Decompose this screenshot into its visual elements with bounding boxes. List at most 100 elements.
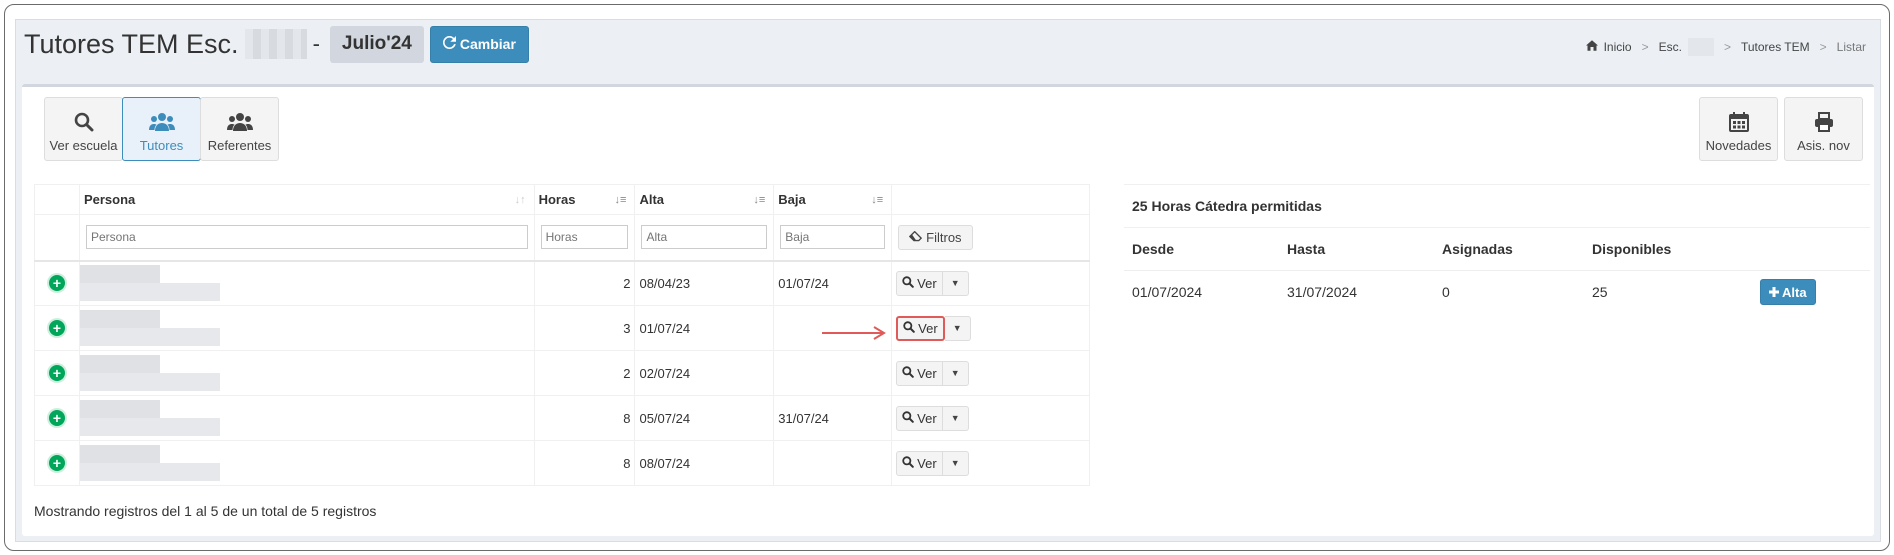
caret-down-icon: ▼: [950, 413, 960, 423]
ver-dropdown-toggle[interactable]: ▼: [942, 405, 969, 431]
persona-cell: [78, 260, 535, 306]
column-header-horas[interactable]: Horas ↓≡: [533, 184, 636, 215]
annotation-arrow-icon: [822, 326, 886, 340]
ver-dropdown-toggle[interactable]: ▼: [942, 360, 969, 386]
expand-plus-icon[interactable]: +: [49, 410, 65, 426]
hours-actions-cell: Alta: [1752, 270, 1870, 314]
redacted-school-name: [244, 29, 307, 59]
hours-header-desde: Desde: [1124, 228, 1279, 271]
expand-plus-icon[interactable]: +: [49, 320, 65, 336]
column-header-horas-label: Horas: [538, 192, 576, 207]
window-frame: Tutores TEM Esc. - Julio'24 Cambiar Inic…: [4, 4, 1890, 551]
ver-button-label: Ver: [917, 455, 937, 471]
asis-nov-button[interactable]: Asis. nov: [1784, 97, 1863, 161]
ver-button[interactable]: Ver: [896, 315, 945, 341]
column-header-alta[interactable]: Alta ↓≡: [634, 184, 775, 215]
breadcrumb-school[interactable]: Esc.: [1659, 40, 1682, 54]
asis-nov-label: Asis. nov: [1797, 138, 1850, 153]
breadcrumb-section[interactable]: Tutores TEM: [1741, 40, 1810, 54]
ver-button-label: Ver: [917, 275, 937, 291]
table-row: + 2 02/07/24 Ver ▼: [34, 350, 1090, 396]
actions-cell: Ver ▼: [891, 305, 1090, 351]
ver-button-label: Ver: [917, 365, 937, 381]
actions-cell: Ver ▼: [891, 260, 1090, 306]
print-icon: [1814, 110, 1834, 134]
column-header-baja[interactable]: Baja ↓≡: [773, 184, 893, 215]
expand-plus-icon[interactable]: +: [49, 365, 65, 381]
persona-filter-input[interactable]: [85, 225, 528, 250]
column-header-alta-label: Alta: [639, 192, 665, 207]
table-row: + 8 05/07/24 31/07/24 Ver ▼: [34, 395, 1090, 441]
baja-cell: [773, 350, 893, 396]
hours-header-actions: [1752, 228, 1870, 271]
ver-escuela-label: Ver escuela: [49, 138, 118, 153]
column-header-persona-label: Persona: [83, 192, 136, 207]
ver-escuela-button[interactable]: Ver escuela: [44, 97, 123, 161]
hours-asignadas-cell: 0: [1442, 284, 1450, 301]
persona-cell: [78, 440, 535, 486]
filters-button[interactable]: Filtros: [898, 224, 973, 250]
title-separator: -: [312, 31, 320, 56]
users-icon: [226, 110, 253, 134]
horas-cell: 3: [533, 305, 636, 351]
ver-button[interactable]: Ver: [896, 450, 943, 476]
horas-cell: 2: [533, 260, 636, 306]
horas-cell: 2: [533, 350, 636, 396]
breadcrumb-separator: >: [1819, 40, 1827, 54]
refresh-icon: [442, 35, 456, 52]
page-header: Tutores TEM Esc. - Julio'24 Cambiar: [24, 24, 529, 64]
ver-dropdown-toggle[interactable]: ▼: [942, 270, 969, 296]
calendar-icon: [1728, 110, 1749, 134]
baja-filter-input[interactable]: [780, 225, 886, 250]
ver-button[interactable]: Ver: [896, 360, 943, 386]
expand-plus-icon[interactable]: +: [49, 275, 65, 292]
search-icon: [902, 276, 914, 291]
persona-cell: [78, 305, 535, 351]
caret-down-icon: ▼: [950, 368, 960, 378]
alta-cell: 08/04/23: [634, 260, 775, 306]
alta-filter-input[interactable]: [641, 225, 768, 250]
alta-button[interactable]: Alta: [1760, 279, 1816, 306]
ver-button-group: Ver ▼: [896, 270, 969, 296]
ver-dropdown-toggle[interactable]: ▼: [944, 315, 971, 341]
expand-cell: +: [34, 395, 80, 441]
ver-button-group: Ver ▼: [896, 360, 969, 386]
novedades-label: Novedades: [1705, 138, 1772, 153]
hours-header-disponibles: Disponibles: [1584, 228, 1752, 271]
horas-filter-input[interactable]: [540, 225, 629, 250]
breadcrumb: Inicio > Esc. > Tutores TEM > Listar: [1585, 38, 1866, 56]
search-icon: [902, 365, 914, 381]
ver-button-label: Ver: [917, 410, 937, 426]
breadcrumb-separator: >: [1723, 40, 1731, 54]
table-info: Mostrando registros del 1 al 5 de un tot…: [34, 503, 377, 519]
filter-cell-alta: [634, 214, 775, 262]
eraser-icon: [909, 230, 923, 245]
redacted-person-name: [79, 310, 350, 346]
baja-cell: [773, 440, 893, 486]
ver-button-group: Ver ▼: [896, 315, 971, 341]
tutores-button[interactable]: Tutores: [122, 97, 201, 161]
redacted-person-name: [79, 355, 350, 391]
search-icon: [902, 455, 914, 471]
expand-plus-icon[interactable]: +: [49, 455, 65, 471]
novedades-button[interactable]: Novedades: [1699, 97, 1778, 161]
search-icon: [903, 320, 915, 336]
baja-cell: 01/07/24: [773, 260, 893, 306]
referentes-button[interactable]: Referentes: [200, 97, 279, 161]
ver-dropdown-toggle[interactable]: ▼: [942, 450, 969, 476]
hours-header-row: Desde Hasta Asignadas Disponibles: [1124, 228, 1870, 271]
hours-row: 01/07/2024 31/07/2024 0 25 Alta: [1124, 270, 1870, 314]
ver-button[interactable]: Ver: [896, 405, 943, 431]
horas-cell: 8: [533, 440, 636, 486]
column-header-persona[interactable]: Persona ↓↑: [78, 184, 535, 215]
caret-down-icon: ▼: [950, 278, 960, 289]
alta-button-label: Alta: [1782, 284, 1807, 300]
redacted-person-name: [79, 400, 350, 436]
hours-panel: 25 Horas Cátedra permitidas Desde Hasta …: [1124, 184, 1870, 314]
sort-icon: ↓≡: [614, 194, 627, 206]
ver-button[interactable]: Ver: [896, 270, 943, 296]
users-icon: [148, 110, 175, 134]
change-button-label: Cambiar: [459, 36, 516, 52]
breadcrumb-home[interactable]: Inicio: [1604, 40, 1632, 54]
change-button[interactable]: Cambiar: [429, 25, 529, 63]
